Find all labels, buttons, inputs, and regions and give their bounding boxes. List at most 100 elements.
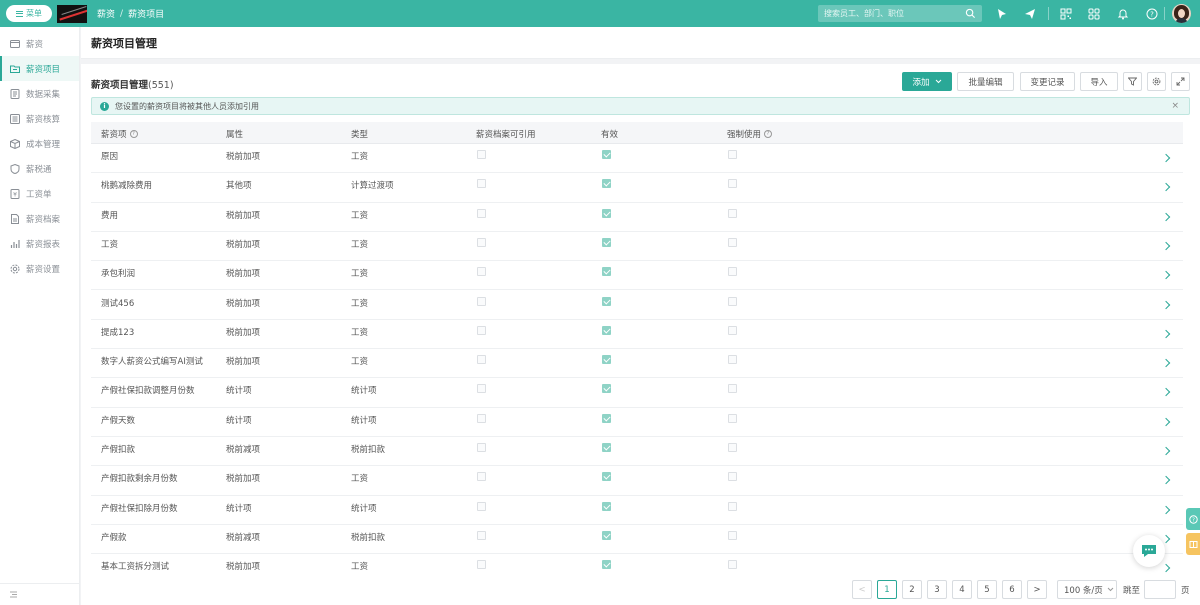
forced-use-checkbox[interactable]: [728, 413, 737, 423]
table-row[interactable]: 产假款 税前减项 税前扣款: [91, 525, 1183, 555]
forced-use-checkbox[interactable]: [728, 560, 737, 570]
chevron-right-icon[interactable]: [1161, 476, 1171, 485]
feedback-tab[interactable]: ?: [1186, 508, 1200, 530]
forced-use-checkbox[interactable]: [728, 472, 737, 482]
archive-ref-checkbox[interactable]: [477, 150, 486, 159]
archive-ref-checkbox[interactable]: [477, 443, 486, 452]
filter-button[interactable]: [1123, 72, 1142, 91]
valid-checkbox[interactable]: [602, 325, 611, 335]
forced-use-checkbox[interactable]: [728, 237, 737, 247]
send-icon[interactable]: [1023, 7, 1036, 20]
chevron-right-icon[interactable]: [1161, 388, 1171, 397]
column-header-forced[interactable]: 强制使用 ?: [727, 128, 773, 140]
table-row[interactable]: 产假社保扣款调整月份数 统计项 统计项: [91, 378, 1183, 408]
table-row[interactable]: 产假扣款 税前减项 税前扣款: [91, 437, 1183, 467]
forced-use-checkbox[interactable]: [728, 501, 737, 511]
help-icon[interactable]: ?: [129, 130, 138, 138]
archive-ref-checkbox[interactable]: [477, 560, 486, 570]
add-button[interactable]: 添加: [902, 72, 952, 91]
qr-code-icon[interactable]: [1059, 7, 1072, 20]
sidebar-item-salary-archive[interactable]: 薪资档案: [0, 206, 79, 231]
forced-use-checkbox[interactable]: [728, 325, 737, 335]
forced-use-checkbox[interactable]: [728, 267, 737, 277]
archive-ref-checkbox[interactable]: [477, 267, 486, 277]
table-row[interactable]: 产假天数 统计项 统计项: [91, 408, 1183, 437]
valid-checkbox[interactable]: [602, 296, 611, 306]
valid-checkbox[interactable]: [602, 472, 611, 482]
import-button[interactable]: 导入: [1080, 72, 1118, 91]
user-avatar[interactable]: [1172, 4, 1191, 23]
chevron-right-icon[interactable]: [1161, 329, 1171, 339]
table-row[interactable]: 基本工资拆分测试 税前加项 工资: [91, 554, 1183, 575]
table-row[interactable]: 原因 税前加项 工资: [91, 144, 1183, 174]
sidebar-item-cost-management[interactable]: 成本管理: [0, 131, 79, 156]
chevron-right-icon[interactable]: [1161, 300, 1171, 309]
page-button[interactable]: 4: [952, 580, 972, 599]
archive-ref-checkbox[interactable]: [477, 472, 486, 482]
sidebar-item-salary-tax[interactable]: 薪税通: [0, 156, 79, 181]
table-row[interactable]: 承包利润 税前加项 工资: [91, 261, 1183, 291]
valid-checkbox[interactable]: [602, 179, 611, 189]
chevron-right-icon[interactable]: [1161, 212, 1171, 221]
table-row[interactable]: 数字人薪资公式编写AI测试 税前加项 工资: [91, 349, 1183, 379]
archive-ref-checkbox[interactable]: [477, 413, 486, 423]
page-button[interactable]: 3: [927, 580, 947, 599]
prev-page-button[interactable]: <: [852, 580, 872, 599]
guide-tab[interactable]: [1186, 533, 1200, 555]
archive-ref-checkbox[interactable]: [477, 501, 486, 511]
chevron-right-icon[interactable]: [1161, 534, 1171, 544]
table-row[interactable]: 提成123 税前加项 工资: [91, 320, 1183, 350]
sidebar-item-payslip[interactable]: ¥ 工资单: [0, 181, 79, 206]
search-icon[interactable]: [965, 8, 976, 19]
archive-ref-checkbox[interactable]: [477, 384, 486, 394]
column-header-valid[interactable]: 有效: [601, 128, 618, 140]
chevron-right-icon[interactable]: [1161, 270, 1171, 280]
forced-use-checkbox[interactable]: [728, 296, 737, 306]
column-header-attribute[interactable]: 属性: [226, 128, 243, 140]
sidebar-collapse-button[interactable]: [0, 583, 79, 605]
cursor-icon[interactable]: [995, 7, 1008, 20]
forced-use-checkbox[interactable]: [728, 208, 737, 218]
valid-checkbox[interactable]: [602, 560, 611, 570]
valid-checkbox[interactable]: [602, 413, 611, 423]
company-logo[interactable]: [57, 4, 87, 23]
sidebar-item-data-collection[interactable]: 数据采集: [0, 81, 79, 106]
archive-ref-checkbox[interactable]: [477, 355, 486, 365]
chevron-right-icon[interactable]: [1161, 417, 1171, 426]
table-row[interactable]: 产假扣款剩余月份数 税前加项 工资: [91, 466, 1183, 496]
table-row[interactable]: 产假社保扣除月份数 统计项 统计项: [91, 496, 1183, 525]
valid-checkbox[interactable]: [602, 208, 611, 218]
table-row[interactable]: 测试456 税前加项 工资: [91, 291, 1183, 320]
close-icon[interactable]: ×: [1171, 101, 1179, 111]
sidebar-item-salary-report[interactable]: 薪资报表: [0, 231, 79, 256]
table-row[interactable]: 工资 税前加项 工资: [91, 232, 1183, 262]
sidebar-item-salary-items[interactable]: 薪资项目: [0, 56, 79, 81]
sidebar-item-salary-accounting[interactable]: 薪资核算: [0, 106, 79, 131]
page-button[interactable]: 6: [1002, 580, 1022, 599]
page-button[interactable]: 5: [977, 580, 997, 599]
page-button[interactable]: 2: [902, 580, 922, 599]
valid-checkbox[interactable]: [602, 237, 611, 247]
chevron-right-icon[interactable]: [1161, 446, 1171, 456]
search-input[interactable]: [818, 9, 958, 18]
archive-ref-checkbox[interactable]: [477, 325, 486, 335]
archive-ref-checkbox[interactable]: [477, 296, 486, 306]
chevron-right-icon[interactable]: [1161, 241, 1171, 251]
sidebar-item-salary-settings[interactable]: 薪资设置: [0, 256, 79, 281]
chevron-right-icon[interactable]: [1161, 153, 1171, 163]
archive-ref-checkbox[interactable]: [477, 179, 486, 189]
table-row[interactable]: 费用 税前加项 工资: [91, 203, 1183, 232]
next-page-button[interactable]: >: [1027, 580, 1047, 599]
help-icon[interactable]: ?: [764, 130, 773, 138]
fullscreen-button[interactable]: [1171, 72, 1190, 91]
forced-use-checkbox[interactable]: [728, 355, 737, 365]
chevron-right-icon[interactable]: [1161, 563, 1171, 573]
forced-use-checkbox[interactable]: [728, 384, 737, 394]
forced-use-checkbox[interactable]: [728, 530, 737, 540]
chevron-right-icon[interactable]: [1161, 358, 1171, 368]
column-header-archive-ref[interactable]: 薪资档案可引用: [476, 128, 536, 140]
breadcrumb-item[interactable]: 薪资: [97, 7, 115, 20]
valid-checkbox[interactable]: [602, 384, 611, 394]
bell-icon[interactable]: [1116, 7, 1129, 20]
chevron-right-icon[interactable]: [1161, 505, 1171, 514]
